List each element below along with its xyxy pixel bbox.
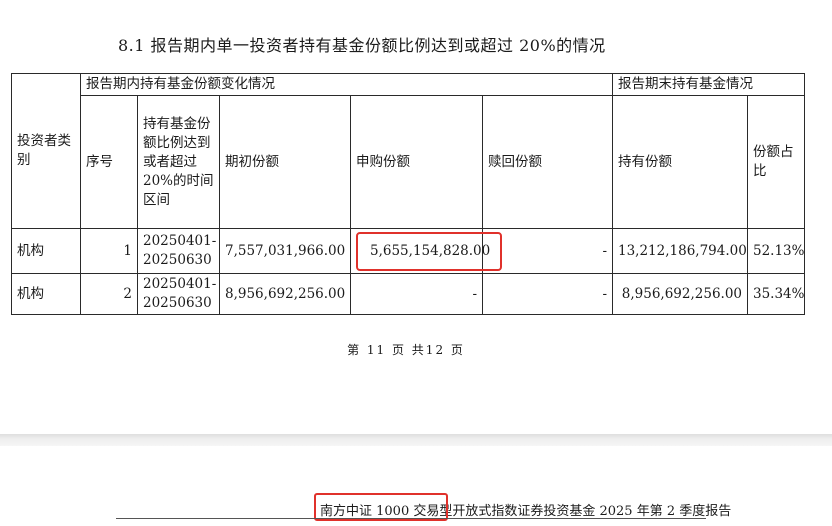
header-interval: 持有基金份额比例达到或者超过 20%的时间区间 — [137, 95, 220, 229]
table-column-header-row: 序号 持有基金份额比例达到或者超过 20%的时间区间 期初份额 申购份额 赎回份… — [12, 95, 805, 229]
header-period-change: 报告期内持有基金份额变化情况 — [80, 73, 613, 96]
document-page-top: 8.1 报告期内单一投资者持有基金份额比例达到或超过 20%的情况 投资者类别 … — [0, 0, 832, 434]
footer-highlight-box — [314, 493, 448, 521]
cell-share-ratio: 35.34% — [747, 273, 805, 315]
header-redeemed-shares: 赎回份额 — [482, 95, 613, 229]
header-share-ratio: 份额占比 — [747, 95, 805, 229]
cell-seq: 1 — [80, 228, 138, 274]
section-title: 8.1 报告期内单一投资者持有基金份额比例达到或超过 20%的情况 — [118, 36, 606, 55]
table-row: 机构 2 20250401-20250630 8,956,692,256.00 … — [11, 273, 805, 315]
cell-share-ratio: 52.13% — [747, 228, 805, 274]
cell-holding-shares: 8,956,692,256.00 — [612, 273, 748, 315]
cell-investor-type: 机构 — [11, 228, 81, 274]
header-seq: 序号 — [80, 95, 138, 229]
highlighted-subscribed-value: 5,655,154,828.00 — [356, 231, 503, 271]
page-separator — [0, 434, 832, 446]
cell-interval: 20250401-20250630 — [137, 228, 220, 274]
footer-rule — [116, 518, 706, 519]
header-investor-type: 投资者类别 — [11, 73, 81, 229]
header-period-end: 报告期末持有基金情况 — [612, 73, 805, 96]
cell-seq: 2 — [80, 273, 138, 315]
cell-holding-shares: 13,212,186,794.00 — [612, 228, 748, 274]
table-row: 机构 1 20250401-20250630 7,557,031,966.00 … — [11, 228, 805, 274]
cell-redeemed-shares: - — [482, 273, 613, 315]
cell-subscribed-shares: 5,655,154,828.00 — [350, 228, 503, 274]
cell-opening-shares: 7,557,031,966.00 — [219, 228, 351, 274]
document-page-bottom: 南方中证 1000 交易型开放式指数证券投资基金 2025 年第 2 季度报告 — [0, 446, 832, 526]
cell-opening-shares: 8,956,692,256.00 — [219, 273, 351, 315]
header-subscribed-shares: 申购份额 — [350, 95, 483, 229]
cell-interval: 20250401-20250630 — [137, 273, 220, 315]
header-holding-shares: 持有份额 — [612, 95, 748, 229]
investor-holdings-table: 投资者类别 报告期内持有基金份额变化情况 报告期末持有基金情况 序号 持有基金份… — [11, 73, 805, 315]
cell-subscribed-shares: - — [350, 273, 483, 315]
header-opening-shares: 期初份额 — [219, 95, 351, 229]
table-group-header-row: 投资者类别 报告期内持有基金份额变化情况 报告期末持有基金情况 — [11, 73, 805, 229]
page-number: 第 11 页 共12 页 — [347, 343, 465, 357]
cell-investor-type: 机构 — [11, 273, 81, 315]
